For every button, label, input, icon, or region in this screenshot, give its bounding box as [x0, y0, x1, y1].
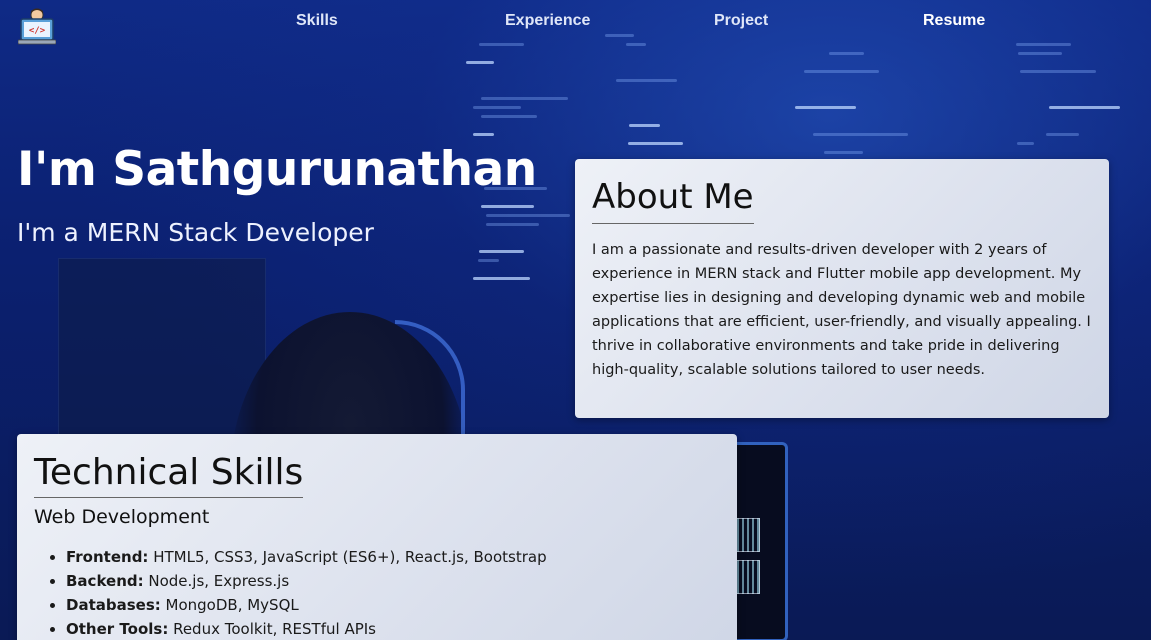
- skill-label: Other Tools:: [66, 620, 169, 638]
- code-line: [481, 205, 534, 208]
- code-line: [804, 70, 879, 73]
- code-line: [478, 43, 525, 46]
- code-line: [828, 52, 865, 55]
- code-line: [478, 250, 524, 253]
- code-line: [629, 124, 661, 127]
- code-line: [466, 61, 494, 64]
- developer-laptop-logo-icon[interactable]: </>: [18, 6, 56, 46]
- code-line: [626, 43, 646, 46]
- monitor-graph: [736, 560, 760, 594]
- code-line: [473, 106, 521, 109]
- code-line: [480, 97, 568, 100]
- code-line: [472, 133, 495, 136]
- code-line: [795, 106, 857, 109]
- skill-item-frontend: Frontend: HTML5, CSS3, JavaScript (ES6+)…: [66, 545, 720, 569]
- code-line: [486, 223, 539, 226]
- technical-skills-card: Technical Skills Web Development Fronten…: [17, 434, 737, 640]
- skill-value: MongoDB, MySQL: [160, 596, 299, 614]
- nav-link-resume[interactable]: Resume: [923, 12, 985, 30]
- skill-item-backend: Backend: Node.js, Express.js: [66, 569, 720, 593]
- code-line: [604, 34, 635, 37]
- skill-value: Redux Toolkit, RESTful APIs: [168, 620, 376, 638]
- monitor-graph: [736, 518, 760, 552]
- svg-text:</>: </>: [29, 26, 46, 36]
- code-line: [473, 277, 530, 280]
- code-line: [486, 214, 570, 217]
- about-me-text: I am a passionate and results-driven dev…: [592, 242, 1091, 378]
- hero-role: I'm a MERN Stack Developer: [17, 218, 374, 247]
- code-line: [1016, 142, 1035, 145]
- skill-label: Frontend:: [66, 548, 149, 566]
- code-line: [1019, 70, 1097, 73]
- background-shelf: [58, 258, 266, 438]
- code-line: [616, 79, 677, 82]
- code-line: [1016, 43, 1071, 46]
- code-line: [477, 259, 500, 262]
- skill-label: Databases:: [66, 596, 161, 614]
- hero-name: I'm Sathgurunathan: [17, 142, 537, 197]
- skills-list: Frontend: HTML5, CSS3, JavaScript (ES6+)…: [34, 545, 720, 640]
- code-line: [813, 133, 909, 136]
- code-line: [1045, 133, 1080, 136]
- technical-skills-title: Technical Skills: [34, 452, 304, 498]
- skills-category-title: Web Development: [34, 506, 210, 528]
- about-me-card: About Me I am a passionate and results-d…: [575, 159, 1109, 418]
- code-line: [823, 151, 864, 154]
- code-line: [1048, 106, 1120, 109]
- headphone-glow: [395, 320, 465, 440]
- code-line: [627, 142, 683, 145]
- skill-item-other-tools: Other Tools: Redux Toolkit, RESTful APIs: [66, 617, 720, 640]
- nav-link-project[interactable]: Project: [714, 12, 768, 30]
- about-me-title: About Me: [592, 177, 754, 224]
- skill-item-databases: Databases: MongoDB, MySQL: [66, 593, 720, 617]
- skill-value: Node.js, Express.js: [143, 572, 290, 590]
- skill-value: HTML5, CSS3, JavaScript (ES6+), React.js…: [148, 548, 547, 566]
- code-line: [480, 115, 538, 118]
- nav-link-experience[interactable]: Experience: [505, 12, 590, 30]
- nav-link-skills[interactable]: Skills: [296, 12, 338, 30]
- code-line: [1017, 52, 1062, 55]
- skill-label: Backend:: [66, 572, 144, 590]
